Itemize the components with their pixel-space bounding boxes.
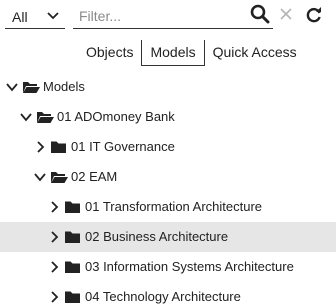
chevron-right-icon[interactable]	[49, 230, 59, 244]
tree-item-label: 02 EAM	[71, 169, 118, 184]
tree-item-label: 01 IT Governance	[71, 139, 175, 154]
chevron-right-icon[interactable]	[49, 290, 59, 304]
tree-item[interactable]: 01 Transformation Architecture	[0, 192, 336, 222]
tree-item-label: 03 Information Systems Architecture	[85, 259, 294, 274]
folder-icon	[64, 260, 81, 274]
tree-item[interactable]: 01 IT Governance	[0, 132, 336, 162]
chevron-down-icon	[47, 12, 59, 20]
toolbar: All	[0, 0, 336, 34]
filter-input[interactable]	[79, 6, 244, 26]
tree-item[interactable]: 02 Business Architecture	[0, 222, 336, 252]
chevron-right-icon[interactable]	[49, 200, 59, 214]
search-icon[interactable]	[250, 4, 270, 24]
tree-item-label: 01 Transformation Architecture	[85, 199, 263, 214]
tree-item[interactable]: Models	[0, 72, 336, 102]
tree-item[interactable]: 02 EAM	[0, 162, 336, 192]
filter-field	[73, 4, 273, 29]
refresh-icon[interactable]	[305, 6, 323, 24]
chevron-down-icon[interactable]	[19, 111, 33, 123]
chevron-right-icon[interactable]	[49, 260, 59, 274]
view-tabs: Objects Models Quick Access	[78, 40, 305, 66]
folder-open-icon	[36, 110, 54, 124]
tree-item-label: 04 Technology Architecture	[85, 289, 241, 304]
tree-item-label: 01 ADOmoney Bank	[57, 109, 175, 124]
tree-item-label: 02 Business Architecture	[85, 229, 229, 244]
chevron-right-icon[interactable]	[35, 140, 45, 154]
tree-item-label: Models	[43, 79, 85, 94]
folder-icon	[64, 290, 81, 304]
tab-objects[interactable]: Objects	[78, 40, 143, 66]
folder-open-icon	[50, 170, 68, 184]
tree-item[interactable]: 03 Information Systems Architecture	[0, 252, 336, 282]
tree-item[interactable]: 04 Technology Architecture	[0, 282, 336, 308]
scope-select[interactable]: All	[5, 4, 65, 29]
scope-select-value: All	[12, 9, 28, 25]
folder-icon	[64, 230, 81, 244]
chevron-down-icon[interactable]	[5, 81, 19, 93]
folder-open-icon	[22, 80, 40, 94]
chevron-down-icon[interactable]	[33, 171, 47, 183]
tab-quick-access[interactable]: Quick Access	[205, 40, 305, 66]
close-icon[interactable]	[280, 8, 292, 20]
folder-icon	[64, 200, 81, 214]
tree-item[interactable]: 01 ADOmoney Bank	[0, 102, 336, 132]
tab-models[interactable]: Models	[142, 40, 205, 66]
folder-icon	[50, 140, 67, 154]
